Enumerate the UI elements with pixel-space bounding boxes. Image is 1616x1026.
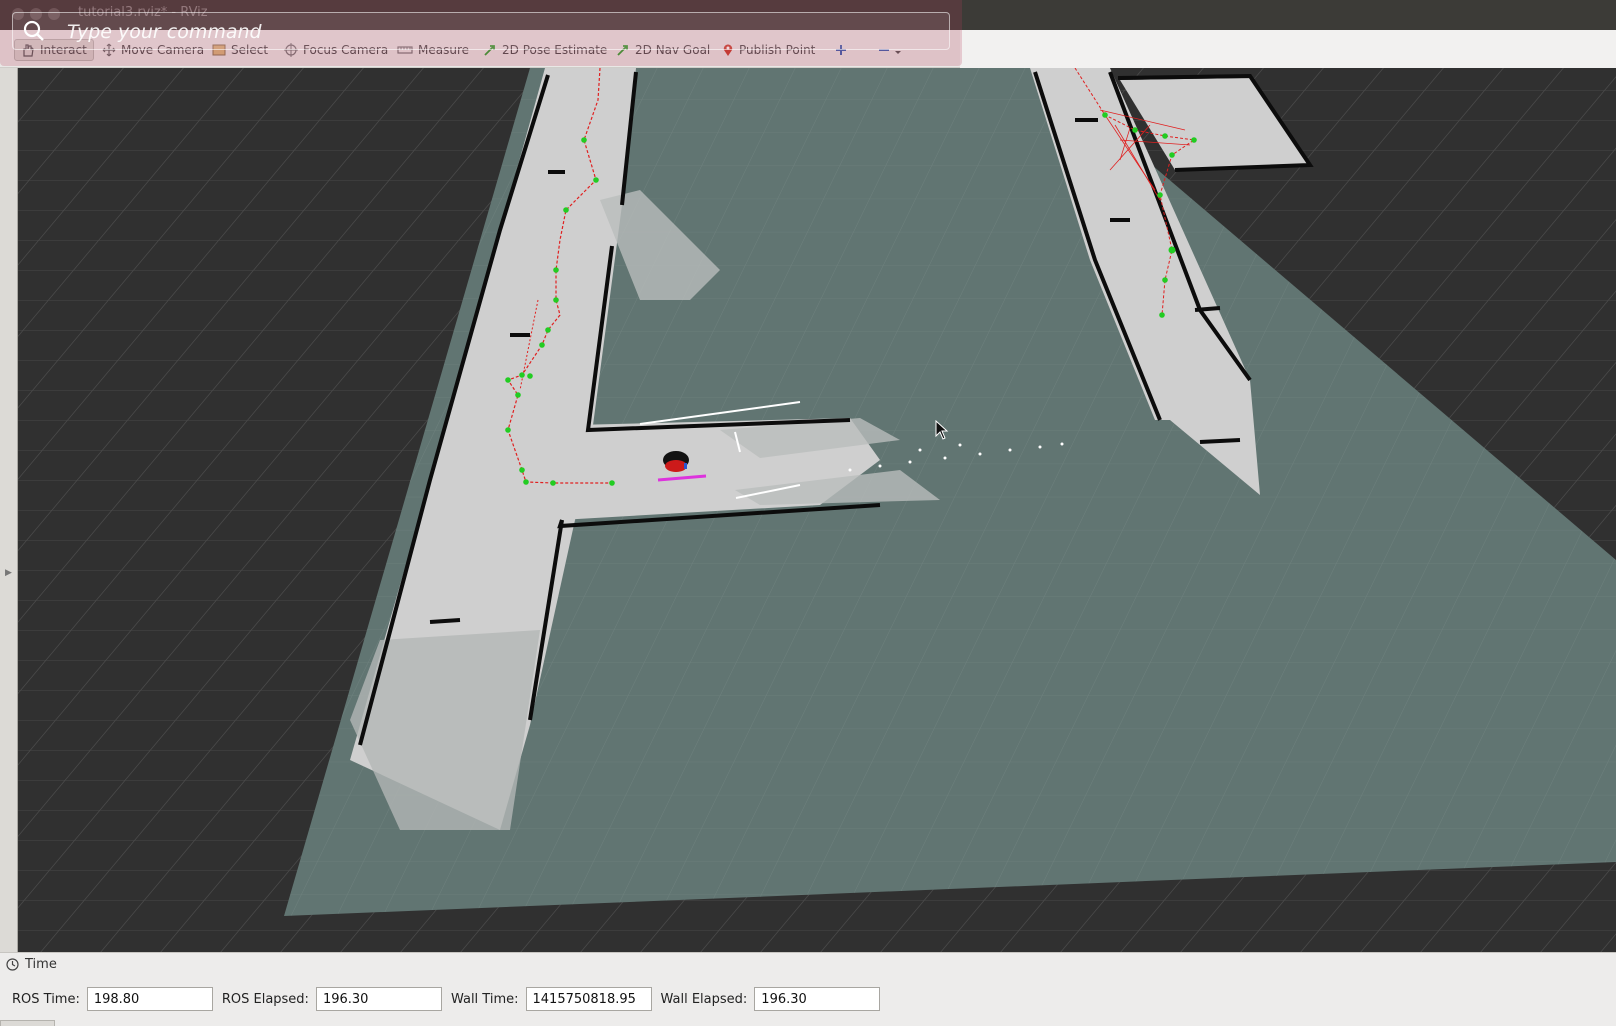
toolbar-empty-area [960,30,1616,68]
time-fields-row: ROS Time: ROS Elapsed: Wall Time: Wall E… [12,987,889,1011]
left-panel-handle[interactable]: ▶ [0,68,18,952]
wall-time-field[interactable] [525,987,652,1011]
time-panel-title: Time [25,957,57,972]
ros-time-label: ROS Time: [12,991,80,1007]
wall-elapsed-field[interactable] [754,987,881,1011]
ros-elapsed-label: ROS Elapsed: [221,991,309,1007]
command-hud-overlay [0,0,962,66]
mouse-cursor-icon [935,420,949,440]
search-icon [23,20,44,41]
bottom-panel-tab[interactable] [0,1020,55,1026]
ros-time-field[interactable] [86,987,213,1011]
rviz-window: tutorial3.rviz* - RViz Interact Move Cam… [0,0,1616,1026]
expand-panel-icon[interactable]: ▶ [5,568,12,578]
command-hud-box [12,12,950,50]
ros-elapsed-field[interactable] [315,987,442,1011]
clock-icon [6,958,19,971]
time-panel: Time ROS Time: ROS Elapsed: Wall Time: W… [0,952,1616,1026]
3d-render-viewport[interactable] [0,68,1616,952]
time-panel-header: Time [6,957,57,972]
wall-time-label: Wall Time: [450,991,519,1007]
wall-elapsed-label: Wall Elapsed: [660,991,748,1007]
command-input[interactable] [67,17,927,47]
scene [0,68,1616,952]
